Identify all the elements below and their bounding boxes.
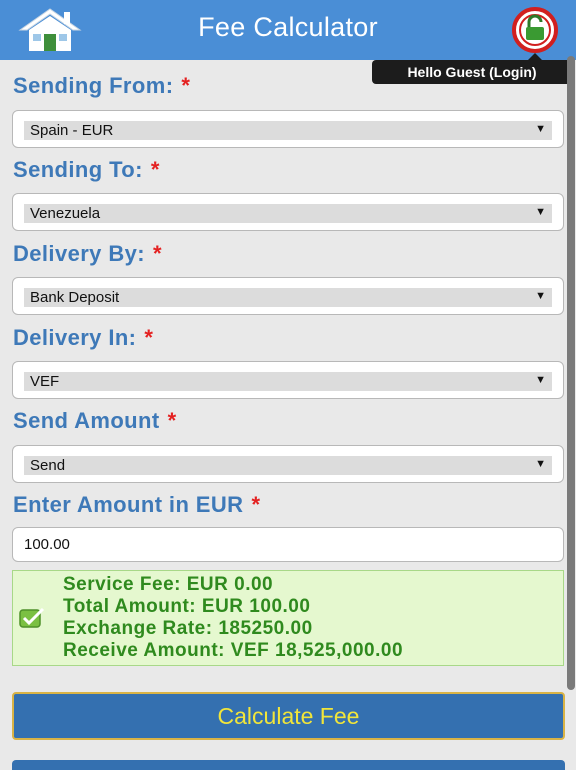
delivery-by-value: Bank Deposit: [30, 289, 120, 306]
checkmark-icon: [19, 607, 45, 628]
select-field: VEF ▼: [24, 372, 552, 391]
required-marker: *: [152, 241, 162, 266]
select-field: Bank Deposit ▼: [24, 288, 552, 307]
sending-to-select[interactable]: Venezuela ▼: [12, 193, 564, 231]
required-marker: *: [144, 325, 154, 350]
sending-from-label-text: Sending From:: [13, 73, 174, 98]
dropdown-arrow-icon: ▼: [535, 458, 546, 470]
fee-result-panel: Service Fee: EUR 0.00 Total Amount: EUR …: [12, 570, 564, 666]
delivery-in-select[interactable]: VEF ▼: [12, 361, 564, 399]
exchange-rate-text: Exchange Rate: 185250.00: [63, 618, 313, 639]
scrollbar[interactable]: [567, 56, 575, 690]
required-marker: *: [150, 157, 160, 182]
amount-label: Enter Amount in EUR *: [13, 492, 260, 518]
select-field: Send ▼: [24, 456, 552, 475]
delivery-in-value: VEF: [30, 373, 60, 390]
select-field: Spain - EUR ▼: [24, 121, 552, 140]
page-title: Fee Calculator: [198, 12, 378, 42]
receive-amount-text: Receive Amount: VEF 18,525,000.00: [63, 640, 404, 661]
lock-icon: [512, 7, 558, 53]
sending-to-value: Venezuela: [30, 205, 101, 222]
required-marker: *: [251, 492, 261, 517]
delivery-by-label-text: Delivery By:: [13, 241, 145, 266]
required-marker: *: [167, 408, 177, 433]
delivery-by-label: Delivery By: *: [13, 241, 162, 267]
amount-label-text: Enter Amount in EUR: [13, 492, 244, 517]
dropdown-arrow-icon: ▼: [535, 123, 546, 135]
calculate-fee-button[interactable]: Calculate Fee: [12, 692, 565, 740]
sending-from-value: Spain - EUR: [30, 122, 114, 139]
send-amount-label: Send Amount *: [13, 408, 177, 434]
required-marker: *: [181, 73, 191, 98]
amount-input[interactable]: [12, 527, 564, 562]
service-fee-text: Service Fee: EUR 0.00: [63, 574, 274, 595]
delivery-in-label: Delivery In: *: [13, 325, 153, 351]
dropdown-arrow-icon: ▼: [535, 374, 546, 386]
sending-from-label: Sending From: *: [13, 73, 190, 99]
delivery-in-label-text: Delivery In:: [13, 325, 137, 350]
send-amount-select[interactable]: Send ▼: [12, 445, 564, 483]
next-button-partial[interactable]: [12, 760, 565, 770]
delivery-by-select[interactable]: Bank Deposit ▼: [12, 277, 564, 315]
login-tooltip[interactable]: Hello Guest (Login): [372, 53, 572, 84]
dropdown-arrow-icon: ▼: [535, 290, 546, 302]
send-amount-value: Send: [30, 457, 66, 474]
sending-to-label-text: Sending To:: [13, 157, 143, 182]
total-amount-text: Total Amount: EUR 100.00: [63, 596, 311, 617]
sending-from-select[interactable]: Spain - EUR ▼: [12, 110, 564, 148]
login-button[interactable]: [510, 6, 560, 54]
send-amount-label-text: Send Amount: [13, 408, 160, 433]
select-field: Venezuela ▼: [24, 204, 552, 223]
dropdown-arrow-icon: ▼: [535, 206, 546, 218]
header-bar: Fee Calculator: [0, 0, 576, 60]
sending-to-label: Sending To: *: [13, 157, 160, 183]
